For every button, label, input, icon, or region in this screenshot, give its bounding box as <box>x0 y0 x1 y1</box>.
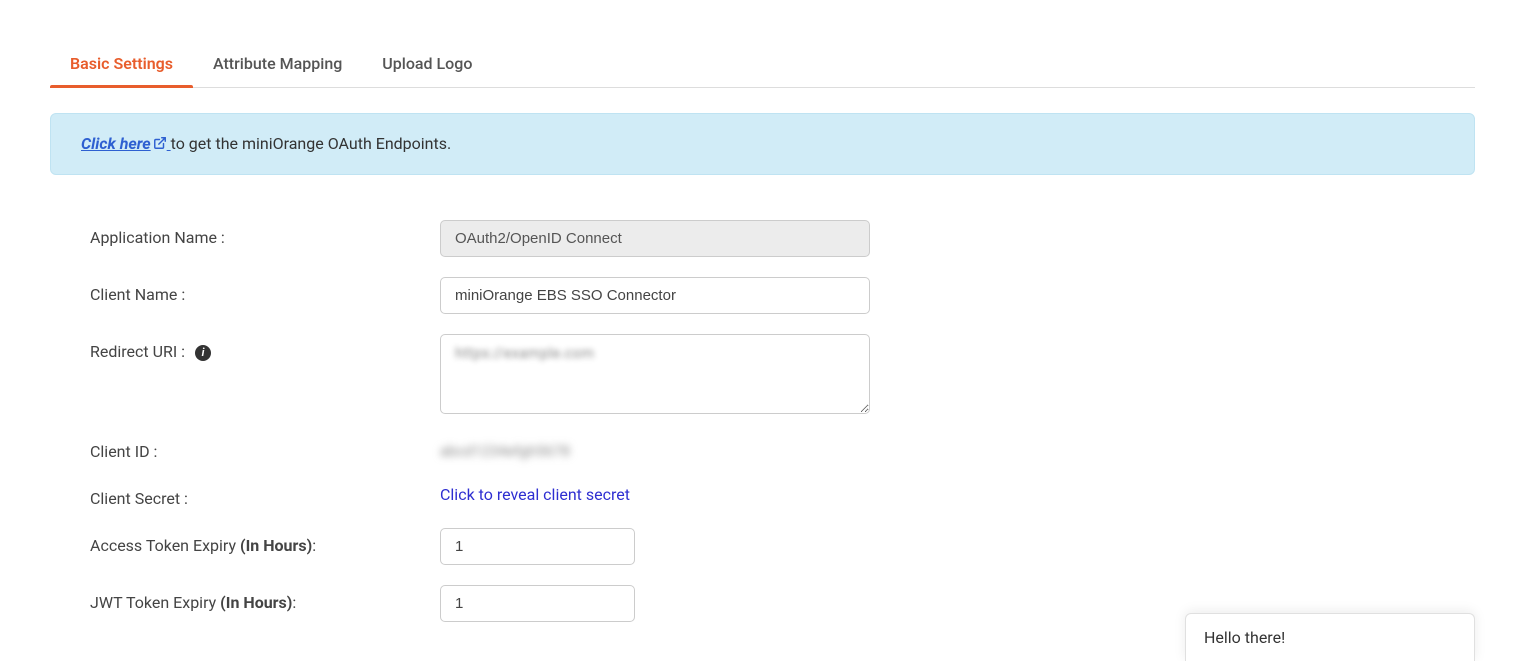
textarea-redirect-uri[interactable]: <span class="blurred-text-ta"></span> <box>440 334 870 414</box>
tab-attribute-mapping[interactable]: Attribute Mapping <box>193 40 362 87</box>
label-client-name: Client Name : <box>90 277 440 304</box>
label-redirect-uri: Redirect URI : i <box>90 334 440 361</box>
external-link-icon <box>153 135 167 154</box>
input-application-name <box>440 220 870 257</box>
label-client-secret: Client Secret : <box>90 481 440 508</box>
info-icon[interactable]: i <box>195 345 211 361</box>
row-redirect-uri: Redirect URI : i <span class="blurred-te… <box>50 334 1475 414</box>
banner-rest-text: to get the miniOrange OAuth Endpoints. <box>171 134 452 153</box>
label-client-id: Client ID : <box>90 434 440 461</box>
tab-basic-settings[interactable]: Basic Settings <box>50 40 193 87</box>
endpoints-info-banner: Click here to get the miniOrange OAuth E… <box>50 113 1475 175</box>
chat-greeting: Hello there! <box>1204 628 1285 647</box>
label-access-token-expiry: Access Token Expiry (In Hours): <box>90 528 440 555</box>
row-client-id: Client ID : abcd1234efgh5678 <box>50 434 1475 461</box>
input-access-token-expiry[interactable] <box>440 528 635 565</box>
reveal-client-secret-link[interactable]: Click to reveal client secret <box>440 481 630 504</box>
row-client-secret: Client Secret : Click to reveal client s… <box>50 481 1475 508</box>
tab-upload-logo[interactable]: Upload Logo <box>362 40 492 87</box>
tabs-bar: Basic Settings Attribute Mapping Upload … <box>50 40 1475 88</box>
row-application-name: Application Name : <box>50 220 1475 257</box>
value-client-id: abcd1234efgh5678 <box>440 434 570 460</box>
chat-widget[interactable]: Hello there! <box>1185 613 1475 661</box>
input-client-name[interactable] <box>440 277 870 314</box>
label-application-name: Application Name : <box>90 220 440 247</box>
click-here-link[interactable]: Click here <box>81 134 171 153</box>
label-jwt-token-expiry: JWT Token Expiry (In Hours): <box>90 585 440 612</box>
row-client-name: Client Name : <box>50 277 1475 314</box>
click-here-text: Click here <box>81 134 151 153</box>
input-jwt-token-expiry[interactable] <box>440 585 635 622</box>
row-access-token-expiry: Access Token Expiry (In Hours): <box>50 528 1475 565</box>
